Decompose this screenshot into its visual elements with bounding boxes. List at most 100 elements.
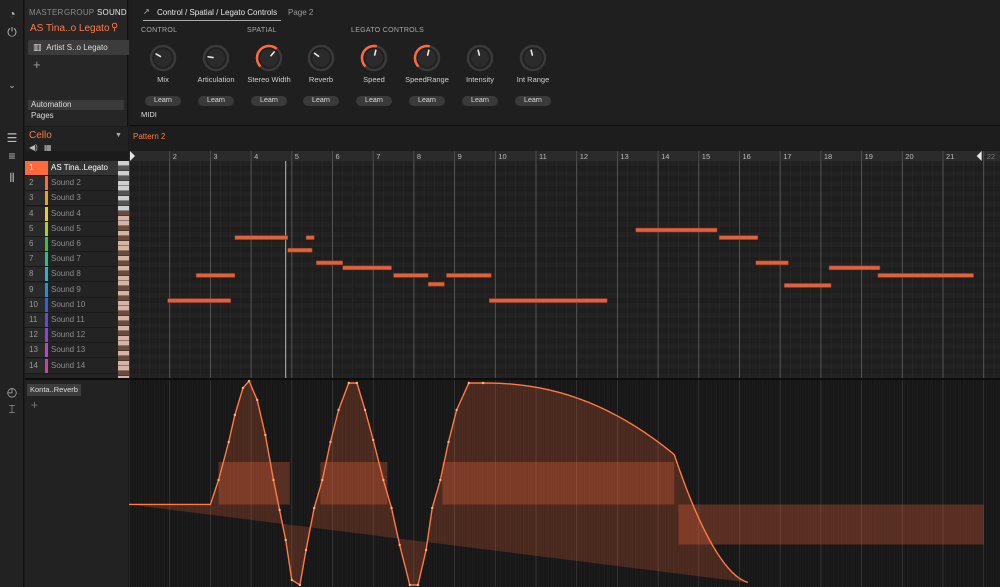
piano-key — [118, 366, 129, 371]
learn-button[interactable]: Learn — [145, 96, 181, 106]
piano-roll[interactable] — [129, 161, 1000, 379]
sound-name: Sound 13 — [51, 345, 86, 355]
sound-row[interactable]: 10 Sound 10 — [25, 297, 118, 313]
midi-note — [195, 273, 236, 278]
add-automation-button[interactable]: + — [31, 398, 38, 412]
midi-note — [342, 265, 392, 271]
value-band — [320, 462, 388, 505]
sound-row[interactable]: 4 Sound 4 — [25, 206, 118, 222]
knob-reverb[interactable] — [306, 43, 336, 73]
timeline-ruler[interactable]: 2 3 4 5 6 7 8 9 10 11 12 13 14 15 16 17 18 19 20 21 22 — [129, 151, 1000, 161]
sound-row[interactable]: 11 Sound 11 — [25, 313, 118, 328]
plug-icon[interactable]: ⏻ — [5, 25, 19, 39]
bar-number: 13 — [620, 152, 628, 161]
sound-number: 13 — [25, 343, 45, 358]
list-icon[interactable]: ≡ — [5, 149, 19, 163]
bar-number: 2 — [173, 152, 177, 161]
chevron-down-icon[interactable]: ▼ — [115, 132, 122, 139]
knob-stereo-width[interactable] — [254, 43, 284, 73]
automation-point — [241, 386, 245, 390]
pitch-lane — [129, 201, 1000, 207]
piano-key — [118, 331, 129, 336]
value-band — [678, 504, 984, 545]
sound-row[interactable]: 14 Sound 14 — [25, 358, 118, 374]
tab-sound[interactable]: SOUND — [97, 8, 127, 17]
piano-key — [118, 196, 129, 201]
sound-color-bar — [45, 358, 48, 373]
sound-row[interactable]: 9 Sound 9 — [25, 282, 118, 298]
mixer-icon[interactable]: ☰ — [5, 131, 19, 145]
tab-master[interactable]: MASTER — [29, 8, 64, 17]
sound-row[interactable]: 1 AS Tina..Legato — [25, 161, 118, 176]
gauge-icon[interactable]: ◔ — [5, 7, 19, 21]
automation-target[interactable]: Konta..Reverb — [27, 384, 81, 396]
knob-mix[interactable] — [148, 43, 178, 73]
knob-articulation[interactable] — [201, 43, 231, 73]
tab-group[interactable]: GROUP — [64, 8, 94, 17]
piano-key — [118, 176, 129, 181]
nav-automation[interactable]: Automation — [28, 100, 124, 110]
chevron-down-icon[interactable]: ⌄ — [5, 78, 19, 92]
sound-row[interactable]: 7 Sound 7 — [25, 252, 118, 268]
knob-speedrange[interactable] — [412, 43, 442, 73]
midi-note — [783, 283, 832, 288]
pitch-lane — [129, 313, 1000, 319]
knob-label: SpeedRange — [405, 75, 449, 84]
knob-body — [365, 49, 383, 67]
learn-button[interactable]: Learn — [515, 96, 551, 106]
knob-intensity[interactable] — [465, 43, 495, 73]
sound-name: Sound 4 — [51, 208, 81, 218]
search-icon[interactable]: ⚲ — [111, 22, 118, 33]
piano-key — [118, 261, 129, 266]
sound-name: Sound 11 — [51, 315, 85, 324]
sound-row[interactable]: 13 Sound 13 — [25, 343, 118, 359]
speaker-icon[interactable]: ◀) — [29, 143, 38, 152]
knob-pointer — [530, 49, 534, 56]
piano-key — [118, 231, 129, 236]
sound-row[interactable]: 3 Sound 3 — [25, 191, 118, 207]
tab-control-page[interactable]: Control / Spatial / Legato Controls — [143, 6, 282, 21]
sound-name: Sound 3 — [51, 193, 81, 203]
learn-button[interactable]: Learn — [198, 96, 234, 106]
piano-key — [118, 191, 129, 196]
midi-note — [828, 265, 881, 271]
knob-speed[interactable] — [359, 43, 389, 73]
pitch-lane — [129, 343, 1000, 349]
pitch-lane — [129, 211, 1000, 217]
sound-row[interactable]: 12 Sound 12 — [25, 328, 118, 344]
knob-int-range[interactable] — [518, 43, 548, 73]
learn-button[interactable]: Learn — [356, 96, 392, 106]
sound-row[interactable]: 6 Sound 6 — [25, 237, 118, 252]
sound-color-bar — [45, 237, 48, 251]
piano-keys[interactable] — [118, 161, 129, 379]
learn-button[interactable]: Learn — [303, 96, 339, 106]
pattern-name[interactable]: Pattern 2 — [133, 132, 165, 141]
piano-key — [118, 256, 129, 261]
group-name[interactable]: Cello — [29, 130, 52, 141]
nav-pages[interactable]: Pages — [28, 111, 54, 120]
sound-row[interactable]: 8 Sound 8 — [25, 267, 118, 283]
sound-row[interactable]: 5 Sound 5 — [25, 221, 118, 237]
sound-title[interactable]: AS Tina..o Legato — [30, 23, 110, 34]
pitch-lane — [129, 338, 1000, 344]
value-band — [218, 462, 290, 505]
automation-point — [408, 583, 412, 587]
learn-button[interactable]: Learn — [251, 96, 287, 106]
pitch-lane — [129, 277, 1000, 283]
learn-button[interactable]: Learn — [409, 96, 445, 106]
clock-icon[interactable]: ◴ — [5, 385, 19, 399]
group-label-control: CONTROL — [141, 27, 178, 34]
add-plugin-button[interactable]: + — [33, 57, 41, 72]
automation-lane[interactable]: 1.000.890.760.640.510.390.260.140.01 — [129, 380, 1000, 587]
bar-number: 11 — [539, 152, 547, 161]
bar-number: 18 — [824, 152, 832, 161]
sound-row[interactable]: 2 Sound 2 — [25, 176, 118, 192]
automation-icon[interactable]: ⌶ — [5, 402, 19, 416]
pad-grid-icon[interactable]: ▦ — [44, 143, 52, 152]
tab-page-2[interactable]: Page 2 — [288, 8, 313, 17]
piano-key — [118, 171, 129, 176]
waveform-icon[interactable]: ⫴ — [5, 171, 19, 185]
learn-button[interactable]: Learn — [462, 96, 498, 106]
sound-panel: MASTER GROUP SOUND AS Tina..o Legato ⚲ ▥… — [25, 0, 148, 126]
bar-number: 19 — [865, 152, 873, 161]
